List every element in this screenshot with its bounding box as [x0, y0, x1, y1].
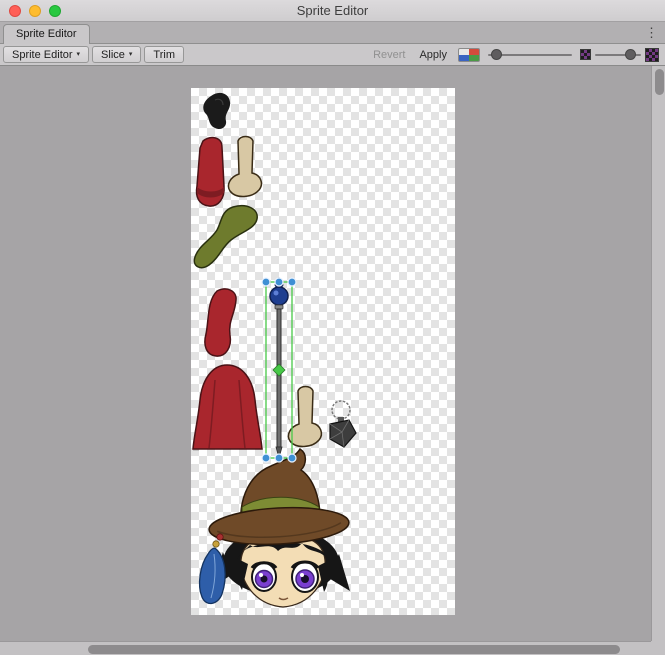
sprite-green-scarf[interactable]	[194, 206, 257, 268]
sprite-sheet[interactable]	[191, 88, 455, 615]
chevron-down-icon: ▾	[129, 51, 133, 58]
left-eye	[252, 563, 276, 591]
vertical-scrollbar[interactable]	[651, 66, 665, 641]
slice-dropdown[interactable]: Slice ▾	[92, 46, 141, 63]
mip-slider[interactable]	[580, 45, 659, 65]
color-channel-button[interactable]	[458, 48, 480, 62]
pendant-chain	[332, 401, 350, 419]
kebab-menu-icon[interactable]: ⋮	[645, 22, 658, 44]
canvas-area[interactable]	[0, 66, 651, 641]
sprite-editor-dropdown[interactable]: Sprite Editor ▾	[3, 46, 89, 63]
sprite-pendant[interactable]	[330, 401, 356, 447]
mip-small-texture-icon	[580, 49, 591, 60]
sprite-sheet-canvas	[191, 88, 455, 615]
selection-pivot-handle[interactable]	[273, 364, 285, 376]
sprite-editor-window: Sprite Editor Sprite Editor ⋮ Sprite Edi…	[0, 0, 665, 655]
right-eye	[292, 562, 318, 592]
selection-handle-top[interactable]	[275, 278, 283, 286]
selection-handle-bottom-left[interactable]	[262, 454, 270, 462]
mip-slider-track[interactable]	[595, 45, 641, 65]
scrollbar-corner	[651, 641, 665, 655]
vertical-scrollbar-thumb[interactable]	[655, 69, 664, 95]
selection-handle-bottom[interactable]	[275, 454, 283, 462]
selection-handle-bottom-right[interactable]	[288, 454, 296, 462]
selection-handle-top-right[interactable]	[288, 278, 296, 286]
tab-bar: Sprite Editor ⋮	[0, 22, 665, 44]
tab-sprite-editor[interactable]: Sprite Editor	[3, 24, 90, 44]
sprite-editor-dropdown-label: Sprite Editor	[12, 49, 73, 61]
chevron-down-icon: ▾	[77, 51, 81, 58]
trim-button[interactable]: Trim	[144, 46, 184, 63]
selection-handle-top-left[interactable]	[262, 278, 270, 286]
staff-shaft	[277, 309, 281, 447]
sprite-red-arm[interactable]	[197, 138, 225, 206]
zoom-slider[interactable]	[488, 45, 572, 65]
tab-label: Sprite Editor	[16, 28, 77, 40]
horizontal-scrollbar-thumb[interactable]	[88, 645, 620, 654]
sprite-red-skirt[interactable]	[193, 365, 262, 449]
sprite-beige-boot-2[interactable]	[288, 387, 321, 447]
pendant-gem	[330, 420, 356, 447]
sprite-character-head[interactable]	[200, 449, 350, 607]
zoom-slider-knob[interactable]	[491, 49, 502, 60]
hat-bead-yellow	[213, 541, 219, 547]
toolbar-left-group: Sprite Editor ▾ Slice ▾ Trim	[0, 46, 184, 63]
sprite-beige-boot[interactable]	[228, 137, 261, 197]
hat-bead-red	[217, 534, 223, 540]
apply-button[interactable]: Apply	[416, 49, 450, 61]
sprite-hair-tuft[interactable]	[203, 93, 230, 129]
horizontal-scrollbar[interactable]	[0, 641, 651, 655]
window-title: Sprite Editor	[0, 0, 665, 22]
mip-slider-knob[interactable]	[625, 49, 636, 60]
toolbar: Sprite Editor ▾ Slice ▾ Trim Revert Appl…	[0, 44, 665, 66]
feather	[200, 548, 226, 603]
slice-dropdown-label: Slice	[101, 49, 125, 61]
sprite-red-sleeve[interactable]	[205, 289, 236, 356]
revert-button[interactable]: Revert	[370, 49, 408, 61]
toolbar-right-group: Revert Apply	[370, 45, 665, 65]
mip-large-texture-icon	[645, 48, 659, 62]
title-bar: Sprite Editor	[0, 0, 665, 22]
hat-brim	[208, 504, 350, 547]
staff-orb	[270, 287, 288, 305]
trim-button-label: Trim	[153, 49, 175, 61]
